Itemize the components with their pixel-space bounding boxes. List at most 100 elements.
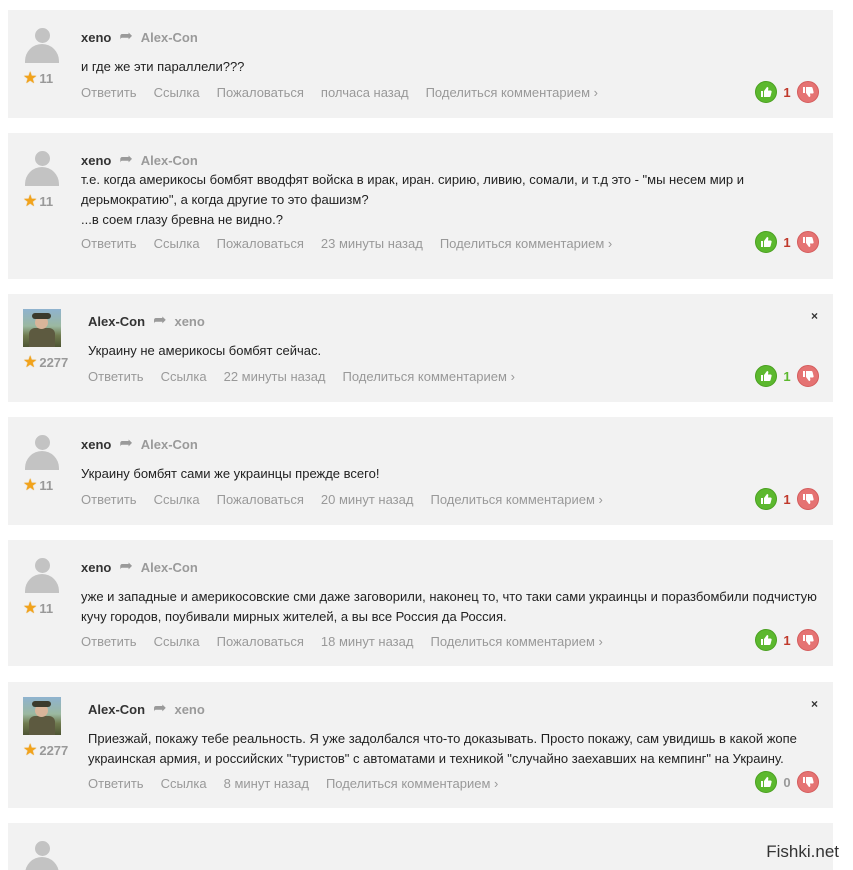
close-icon[interactable]: ×	[811, 309, 818, 323]
default-user-icon[interactable]	[23, 148, 61, 186]
author-name[interactable]: Alex-Con	[88, 702, 145, 717]
permalink-link[interactable]: Ссылка	[161, 369, 207, 384]
permalink-link[interactable]: Ссылка	[154, 634, 200, 649]
rating-value: 2277	[39, 354, 69, 370]
thumbs-down-icon[interactable]	[797, 629, 819, 651]
comment-card: ★ 11 xeno ➦ Alex-Con т.е. когда америкос…	[8, 133, 833, 279]
comment-text-line: ...в соем глазу бревна не видно.?	[81, 212, 283, 227]
comment-text: уже и западные и америкосовские сми даже…	[81, 587, 821, 627]
comment-text-line: дерьмократию", а когда другие то это фаш…	[81, 192, 369, 207]
reply-link[interactable]: Ответить	[81, 634, 137, 649]
vote-controls: 1	[755, 231, 819, 253]
timestamp[interactable]: 18 минут назад	[321, 634, 414, 649]
comment-header: xeno ➦ Alex-Con	[81, 434, 198, 454]
reply-link[interactable]: Ответить	[88, 776, 144, 791]
comment-text: Приезжай, покажу тебе реальность. Я уже …	[88, 729, 828, 769]
default-user-icon[interactable]	[23, 25, 61, 63]
reply-link[interactable]: Ответить	[81, 85, 137, 100]
report-link[interactable]: Пожаловаться	[217, 634, 304, 649]
comment-text: и где же эти параллели???	[81, 57, 821, 77]
reply-link[interactable]: Ответить	[88, 369, 144, 384]
timestamp[interactable]: Поделиться комментарием ›	[326, 776, 498, 791]
permalink-link[interactable]: Ссылка	[154, 492, 200, 507]
author-name[interactable]: xeno	[81, 30, 111, 45]
comment-actions: Ответить Ссылка Пожаловаться 18 минут назад…	[81, 634, 620, 649]
permalink-link[interactable]: Ссылка	[154, 236, 200, 251]
author-name[interactable]: Alex-Con	[88, 314, 145, 329]
comment-text-line: т.е. когда америкосы бомбят вводфят войс…	[81, 172, 745, 187]
thumbs-up-icon[interactable]	[755, 771, 777, 793]
rating-value: 11	[39, 477, 54, 493]
thumbs-down-icon[interactable]	[797, 365, 819, 387]
photo-avatar[interactable]	[23, 697, 61, 735]
thumbs-down-icon[interactable]	[797, 488, 819, 510]
recipient-name[interactable]: xeno	[174, 314, 204, 329]
share-link[interactable]: Поделиться комментарием ›	[426, 85, 598, 100]
user-rating: ★ 11	[23, 191, 53, 211]
report-link[interactable]: 22 минуты назад	[224, 369, 326, 384]
vote-count: 1	[783, 84, 791, 100]
partial-comment	[8, 823, 833, 870]
photo-avatar[interactable]	[23, 309, 61, 347]
share-link[interactable]: Поделиться комментарием ›	[440, 236, 612, 251]
comment-actions: Ответить Ссылка 22 минуты назад Поделиться …	[88, 369, 532, 384]
timestamp[interactable]: полчаса назад	[321, 85, 409, 100]
author-name[interactable]: xeno	[81, 153, 111, 168]
report-link[interactable]: Пожаловаться	[217, 236, 304, 251]
user-rating: ★ 11	[23, 475, 53, 495]
rating-value: 11	[39, 193, 54, 209]
comment-header: Alex-Con ➦ xeno	[88, 311, 205, 331]
reply-arrow-icon: ➦	[153, 700, 167, 717]
comment-actions: Ответить Ссылка Пожаловаться полчаса назад П…	[81, 85, 615, 100]
recipient-name[interactable]: xeno	[174, 702, 204, 717]
report-link[interactable]: Пожаловаться	[217, 492, 304, 507]
close-icon[interactable]: ×	[811, 697, 818, 711]
default-user-icon[interactable]	[23, 432, 61, 470]
thumbs-down-icon[interactable]	[797, 81, 819, 103]
comment-text: Украину не америкосы бомбят сейчас.	[88, 341, 828, 361]
comment-actions: Ответить Ссылка Пожаловаться 23 минуты наза…	[81, 236, 629, 251]
comment-card: ★ 11 xeno ➦ Alex-Con и где же эти паралл…	[8, 10, 833, 118]
recipient-name[interactable]: Alex-Con	[141, 560, 198, 575]
star-icon: ★	[23, 600, 38, 617]
share-link[interactable]: Поделиться комментарием ›	[430, 492, 602, 507]
default-user-icon[interactable]	[23, 555, 61, 593]
thumbs-up-icon[interactable]	[755, 629, 777, 651]
rating-value: 11	[39, 600, 54, 616]
avatar[interactable]	[23, 838, 61, 870]
thumbs-down-icon[interactable]	[797, 231, 819, 253]
report-link[interactable]: 8 минут назад	[224, 776, 309, 791]
watermark: Fishki.net	[766, 842, 839, 861]
thumbs-up-icon[interactable]	[755, 231, 777, 253]
thumbs-down-icon[interactable]	[797, 771, 819, 793]
comment-text-line: Приезжай, покажу тебе реальность. Я уже …	[88, 731, 797, 746]
user-rating: ★ 11	[23, 68, 53, 88]
star-icon: ★	[23, 477, 38, 494]
star-icon: ★	[23, 70, 38, 87]
timestamp[interactable]: 23 минуты назад	[321, 236, 423, 251]
comment-text-line: украинская армия, и российских "туристов…	[88, 751, 784, 766]
comment-header: Alex-Con ➦ xeno	[88, 699, 205, 719]
share-link[interactable]: Поделиться комментарием ›	[430, 634, 602, 649]
recipient-name[interactable]: Alex-Con	[141, 30, 198, 45]
recipient-name[interactable]: Alex-Con	[141, 437, 198, 452]
comment-header: xeno ➦ Alex-Con	[81, 557, 198, 577]
permalink-link[interactable]: Ссылка	[161, 776, 207, 791]
thumbs-up-icon[interactable]	[755, 488, 777, 510]
comment-card: ★ 11 xeno ➦ Alex-Con уже и западные и ам…	[8, 540, 833, 666]
permalink-link[interactable]: Ссылка	[154, 85, 200, 100]
comment-card: ★ 11 xeno ➦ Alex-Con Украину бомбят сами…	[8, 417, 833, 525]
timestamp[interactable]: 20 минут назад	[321, 492, 414, 507]
reply-link[interactable]: Ответить	[81, 236, 137, 251]
author-name[interactable]: xeno	[81, 437, 111, 452]
author-name[interactable]: xeno	[81, 560, 111, 575]
report-link[interactable]: Пожаловаться	[217, 85, 304, 100]
timestamp[interactable]: Поделиться комментарием ›	[343, 369, 515, 384]
comment-text: т.е. когда америкосы бомбят вводфят войс…	[81, 170, 821, 230]
thumbs-up-icon[interactable]	[755, 365, 777, 387]
recipient-name[interactable]: Alex-Con	[141, 153, 198, 168]
reply-link[interactable]: Ответить	[81, 492, 137, 507]
comment-header: xeno ➦ Alex-Con	[81, 27, 198, 47]
thumbs-up-icon[interactable]	[755, 81, 777, 103]
vote-count: 0	[783, 774, 791, 790]
